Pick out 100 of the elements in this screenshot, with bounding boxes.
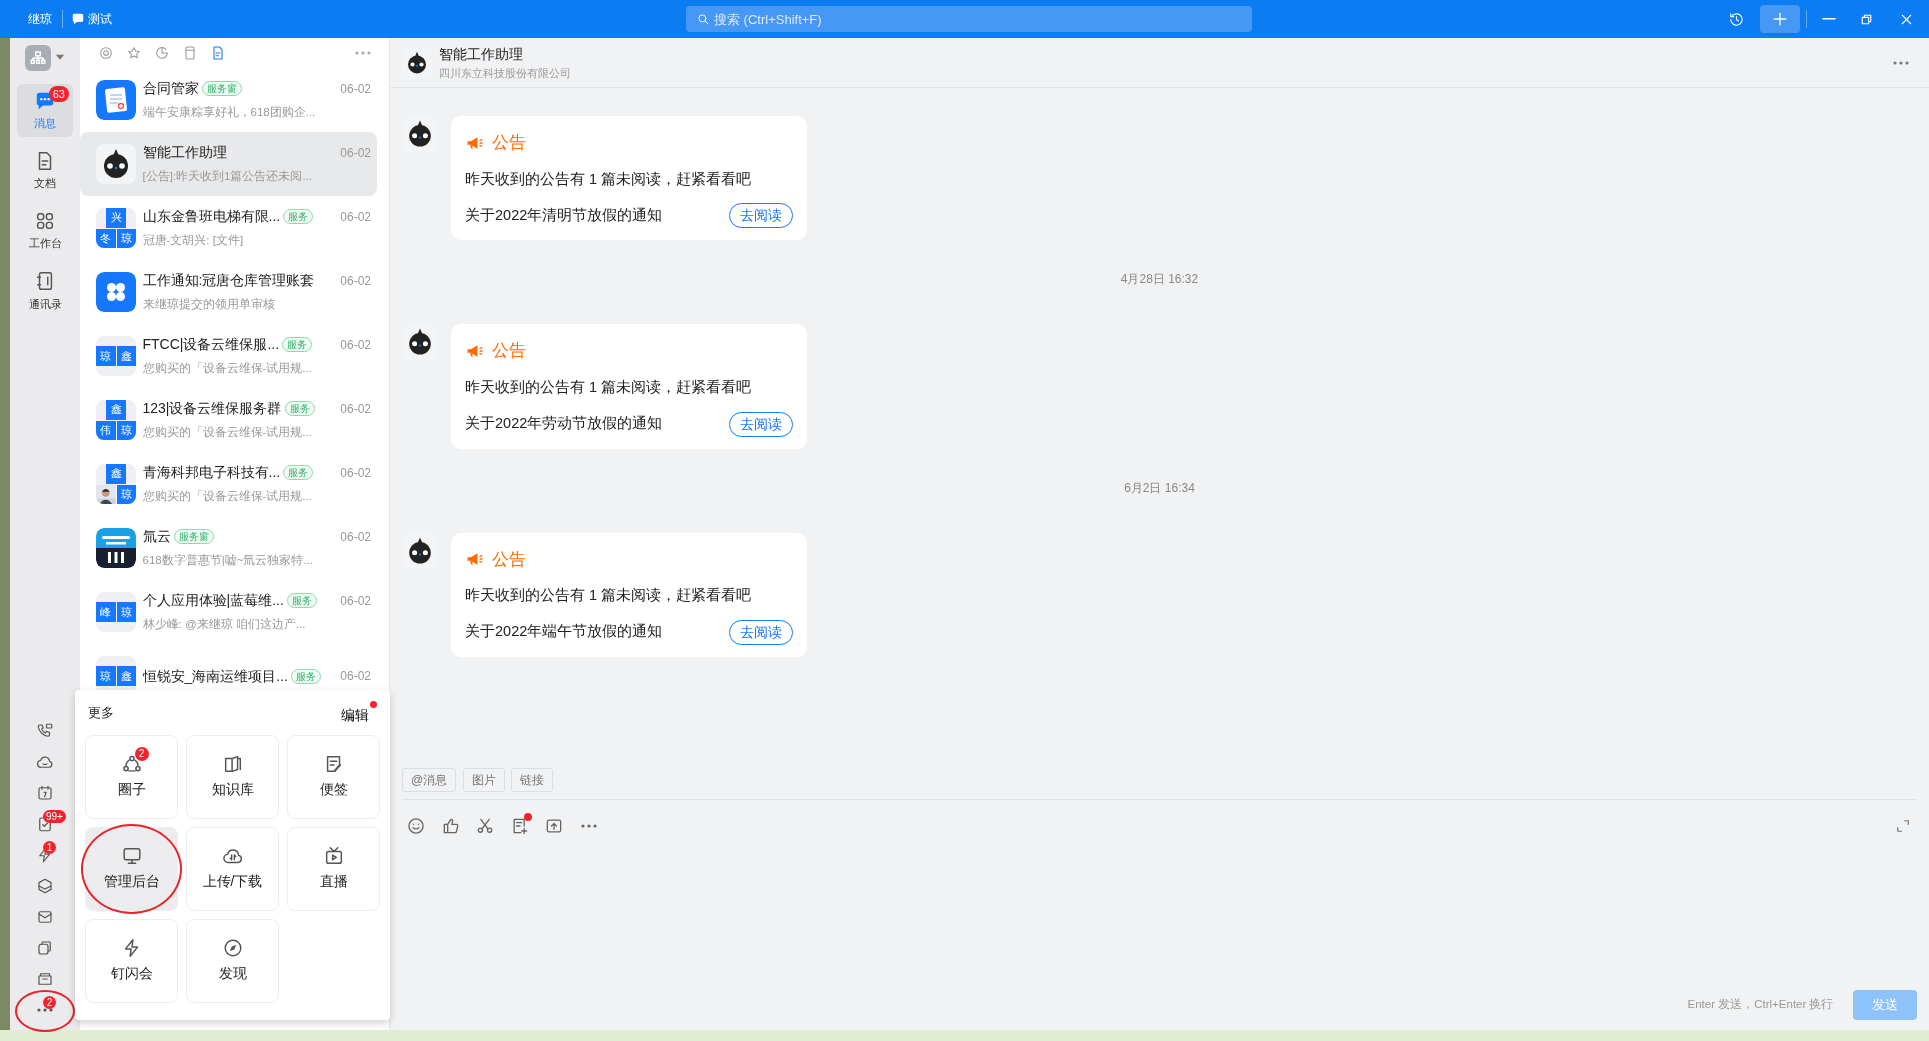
quick-chip[interactable]: 图片 <box>462 768 505 792</box>
count-badge: 1 <box>43 840 56 854</box>
service-tag: 服务 <box>283 465 314 481</box>
minimize-icon <box>1821 17 1836 21</box>
org-avatar-icon <box>25 44 52 71</box>
more-icon <box>355 51 371 55</box>
announcement-text: 昨天收到的公告有 1 篇未阅读，赶紧看看吧 <box>465 377 753 397</box>
nav-tab[interactable]: 通讯录 <box>17 264 73 318</box>
conversation-item[interactable]: 智能工作助理 06-02 [公告]:昨天收到1篇公告还未阅... <box>80 132 377 196</box>
avatar-initial: 伟 <box>96 420 116 440</box>
quick-chip[interactable]: @消息 <box>402 768 457 792</box>
caret-icon <box>54 54 65 61</box>
avatar-initial: 琼 <box>116 602 136 622</box>
conversation-date: 06-02 <box>340 336 371 354</box>
notice-title: 关于2022年清明节放假的通知 <box>465 205 663 225</box>
app-tile[interactable]: 便签 <box>287 734 380 819</box>
conversation-name: 个人应用体验|蓝莓维... <box>142 591 284 611</box>
more-icon <box>580 823 597 828</box>
org-switcher[interactable] <box>25 44 65 71</box>
message-preview: 冠唐-文胡兴: [文件] <box>142 233 245 249</box>
count-badge: 2 <box>43 995 56 1009</box>
edit-button[interactable]: 编辑 <box>340 700 377 726</box>
count-badge: 2 <box>134 747 149 762</box>
more-icon <box>1893 60 1909 65</box>
timestamp: 4月28日 16:32 <box>1120 271 1199 289</box>
user-name[interactable]: 继琼 <box>0 10 63 28</box>
announcement-title: 公告 <box>491 340 526 363</box>
conversation-item[interactable]: 合同管家 服务窗 06-02 端午安康粽享好礼，618团购企... <box>80 68 377 132</box>
quick-chip[interactable]: 链接 <box>511 768 554 792</box>
robot-avatar-icon <box>96 144 136 184</box>
avatar-initial: 冬 <box>96 228 116 248</box>
app-tile[interactable]: 管理后台 <box>85 826 178 911</box>
avatar-initial: 鑫 <box>116 666 136 686</box>
app-tile[interactable]: 直播 <box>287 826 380 911</box>
conversation-item[interactable]: 兴 冬 琼 山东金鲁班电梯有限... 服务 06-02 冠唐-文胡兴: [文件] <box>80 196 377 260</box>
chat-bubble-icon <box>71 12 85 26</box>
service-tag: 服务 <box>282 337 313 353</box>
conversation-date: 06-02 <box>340 208 371 226</box>
service-tag: 服务 <box>284 401 315 417</box>
conversation-date: 06-02 <box>340 144 371 162</box>
chat-label[interactable]: 测试 <box>88 10 113 28</box>
conversation-date: 06-02 <box>340 464 371 482</box>
app-tile[interactable]: 2 圈子 <box>85 734 178 819</box>
message-preview: 618数字普惠节|嘘~氚云独家特... <box>142 553 314 569</box>
history-icon <box>1728 10 1745 28</box>
conversation-item[interactable]: 鑫 伟 琼 123|设备云维保服务群 服务 06-02 您购买的「设备云维保-试用规... <box>80 388 377 452</box>
checklist-button[interactable]: 99+ <box>27 809 63 838</box>
nav-tab[interactable]: 工作台 <box>17 204 73 258</box>
nav-tab[interactable]: 消息 63 <box>17 83 73 138</box>
smiley-icon <box>406 815 426 836</box>
conversation-date: 06-02 <box>340 528 371 546</box>
lightning-button[interactable]: 1 <box>27 840 63 869</box>
conversation-name: 青海科邦电子科技有... <box>142 463 281 483</box>
service-tag: 服务 <box>291 668 322 684</box>
service-tag: 服务 <box>283 209 314 225</box>
message-preview: 来继琼提交的领用单审核 <box>142 297 276 313</box>
read-button[interactable]: 去阅读 <box>729 619 793 645</box>
conversation-item[interactable]: 氚云 服务窗 06-02 618数字普惠节|嘘~氚云独家特... <box>80 516 377 580</box>
app-tile[interactable]: 钉闪会 <box>85 918 178 1003</box>
avatar-initial: 琼 <box>116 228 136 248</box>
phone-icon <box>36 721 54 740</box>
avatar-initial: 峰 <box>96 602 116 622</box>
conversation-date: 06-02 <box>340 272 371 290</box>
read-button[interactable]: 去阅读 <box>729 411 793 437</box>
search-icon <box>696 12 710 26</box>
app-tile[interactable]: 发现 <box>186 918 279 1003</box>
avatar-initial: 琼 <box>96 666 116 686</box>
avatar-initial: 兴 <box>106 208 126 228</box>
conversation-name: 合同管家 <box>142 79 199 99</box>
copy-icon <box>36 938 54 957</box>
plus-button[interactable] <box>1759 5 1800 33</box>
conversation-item[interactable]: 琼 鑫 FTCC|设备云维保服... 服务 06-02 您购买的「设备云维保-试用规... <box>80 324 377 388</box>
announcement-title: 公告 <box>491 548 526 571</box>
app-tile[interactable]: 知识库 <box>186 734 279 819</box>
input-hint: Enter 发送，Ctrl+Enter 换行 <box>1687 997 1834 1013</box>
search-field[interactable]: 搜索 (Ctrl+Shift+F) <box>686 6 1252 32</box>
announcement-text: 昨天收到的公告有 1 篇未阅读，赶紧看看吧 <box>465 586 753 605</box>
read-button[interactable]: 去阅读 <box>729 203 793 229</box>
conversation-name: FTCC|设备云维保服... <box>142 335 280 355</box>
announcement-text: 昨天收到的公告有 1 篇未阅读，赶紧看看吧 <box>465 169 753 189</box>
message-preview: 您购买的「设备云维保-试用规... <box>142 361 313 377</box>
service-tag: 服务窗 <box>201 81 242 97</box>
conversation-date: 06-02 <box>340 80 371 98</box>
app-tile[interactable]: 上传/下载 <box>186 826 279 911</box>
clock-icon <box>154 45 170 61</box>
conversation-name: 智能工作助理 <box>142 143 227 163</box>
cube-icon <box>36 876 54 895</box>
more-button[interactable]: 2 <box>27 995 63 1024</box>
timestamp: 6月2日 16:34 <box>1124 479 1195 497</box>
count-badge: 99+ <box>43 809 66 823</box>
conversation-item[interactable]: 工作通知:冠唐仓库管理账套 06-02 来继琼提交的领用单审核 <box>80 260 377 324</box>
app-logo-icon <box>96 528 136 568</box>
conversation-item[interactable]: 峰 琼 个人应用体验|蓝莓维... 服务 06-02 林少峰: @来继琼 咱们这边产... <box>80 580 377 644</box>
nav-tab[interactable]: 文档 <box>17 143 73 198</box>
avatar-initial: 琼 <box>96 346 116 366</box>
document-icon <box>210 45 226 61</box>
notice-title: 关于2022年劳动节放假的通知 <box>465 414 663 434</box>
message-preview: 端午安康粽享好礼，618团购企... <box>142 105 317 121</box>
notice-title: 关于2022年端午节放假的通知 <box>465 622 663 642</box>
conversation-item[interactable]: 鑫 琼 青海科邦电子科技有... 服务 06-02 您购买的「设备云维保-试用规... <box>80 452 377 516</box>
